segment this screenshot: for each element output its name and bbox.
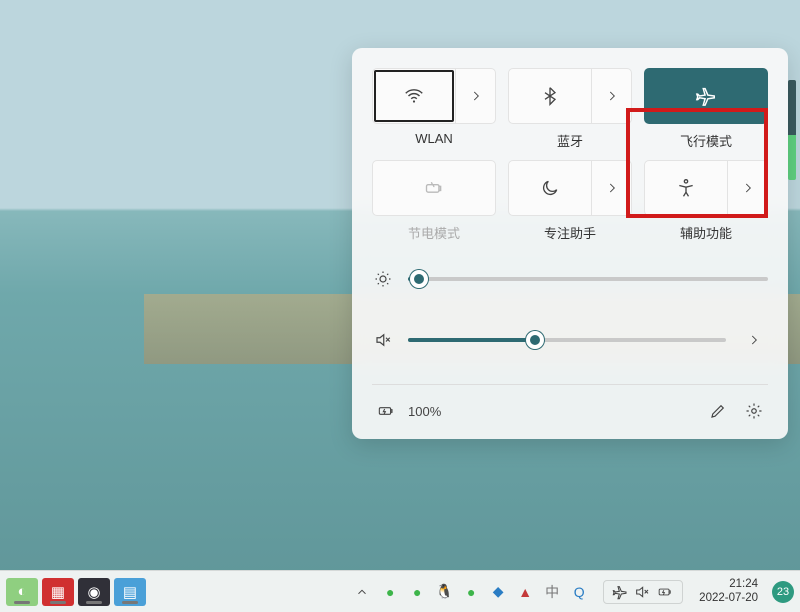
airplane-icon (612, 584, 628, 600)
pencil-icon (709, 402, 727, 420)
tile-bluetooth-wrap: 蓝牙 (508, 68, 632, 150)
taskbar-app-app-red[interactable]: ▦ (42, 578, 74, 606)
tray-qq[interactable]: 🐧 (434, 582, 454, 602)
tray-wechat-2[interactable]: ● (407, 582, 427, 602)
brightness-row (372, 270, 768, 288)
tray-wechat-1[interactable]: ● (380, 582, 400, 602)
tile-airplane[interactable] (644, 68, 768, 124)
bluetooth-icon (540, 86, 560, 106)
battery-status-button[interactable] (372, 397, 400, 425)
tile-wlan-expand[interactable] (455, 69, 495, 123)
tray-security[interactable]: ◆ (488, 582, 508, 602)
tile-accessibility-label: 辅助功能 (680, 223, 732, 242)
tile-airplane-label: 飞行模式 (680, 131, 732, 150)
brightness-icon (372, 270, 394, 288)
speaker-muted-icon[interactable] (372, 331, 394, 349)
tray-app-red2[interactable]: ▲ (515, 582, 535, 602)
volume-row (372, 326, 768, 354)
tile-accessibility-toggle[interactable] (645, 161, 727, 215)
wifi-icon (403, 85, 425, 107)
moon-icon (540, 178, 560, 198)
tile-wlan-toggle[interactable] (373, 69, 455, 123)
tile-airplane-wrap: 飞行模式 (644, 68, 768, 150)
tile-focus-toggle[interactable] (509, 161, 591, 215)
speaker-muted-icon (634, 584, 650, 600)
taskbar-clock[interactable]: 21:24 2022-07-20 (699, 578, 758, 604)
tray-icons-group: ● ● 🐧 ● ◆ ▲ 中Q (380, 582, 589, 602)
tile-wlan-wrap: WLAN (372, 68, 496, 150)
tile-battery-saver-label: 节电模式 (408, 223, 460, 242)
clock-date: 2022-07-20 (699, 592, 758, 605)
notification-count-badge[interactable]: 23 (772, 581, 794, 603)
volume-slider[interactable] (408, 338, 726, 342)
battery-charging-icon (376, 403, 396, 419)
accessibility-icon (676, 178, 696, 198)
tile-wlan[interactable] (372, 68, 496, 124)
tray-q-app[interactable]: Q (569, 582, 589, 602)
chevron-right-icon (469, 89, 483, 103)
tile-focus-label: 专注助手 (544, 223, 596, 242)
quick-settings-panel: WLAN 蓝牙 飞行模式 节电模式 (352, 48, 788, 439)
tile-battery-saver-wrap: 节电模式 (372, 160, 496, 242)
tile-accessibility-wrap: 辅助功能 (644, 160, 768, 242)
tile-bluetooth-toggle[interactable] (509, 69, 591, 123)
gear-icon (745, 402, 763, 420)
taskbar-pinned-apps: ◐▦◉▤ (6, 578, 146, 606)
tile-focus-expand[interactable] (591, 161, 631, 215)
clock-time: 21:24 (729, 578, 758, 591)
tile-accessibility-expand[interactable] (727, 161, 767, 215)
brightness-slider[interactable] (408, 277, 768, 281)
tray-overflow-button[interactable] (352, 582, 372, 602)
tile-bluetooth-label: 蓝牙 (557, 131, 583, 150)
tray-wechat-3[interactable]: ● (461, 582, 481, 602)
quick-tiles-grid: WLAN 蓝牙 飞行模式 节电模式 (372, 68, 768, 242)
tile-accessibility[interactable] (644, 160, 768, 216)
audio-level-meter (788, 80, 796, 180)
battery-percent-text: 100% (408, 404, 441, 419)
tile-wlan-label: WLAN (415, 131, 453, 146)
chevron-right-icon (605, 181, 619, 195)
taskbar-app-control-panel[interactable]: ▤ (114, 578, 146, 606)
taskbar-tray: ● ● 🐧 ● ◆ ▲ 中Q 21:24 2022-07-20 23 (352, 578, 794, 604)
airplane-icon (695, 85, 717, 107)
volume-more-button[interactable] (740, 326, 768, 354)
battery-saver-icon (422, 178, 446, 198)
taskbar: ◐▦◉▤ ● ● 🐧 ● ◆ ▲ 中Q 21:24 2022-07-20 23 (0, 570, 800, 612)
tile-bluetooth-expand[interactable] (591, 69, 631, 123)
edit-quick-settings-button[interactable] (704, 397, 732, 425)
chevron-right-icon (741, 181, 755, 195)
tile-focus[interactable] (508, 160, 632, 216)
chevron-up-icon (355, 585, 369, 599)
tile-bluetooth[interactable] (508, 68, 632, 124)
battery-charging-icon (656, 585, 674, 599)
chevron-right-icon (747, 333, 761, 347)
open-settings-button[interactable] (740, 397, 768, 425)
taskbar-app-camera[interactable]: ◉ (78, 578, 110, 606)
tile-battery-saver[interactable] (372, 160, 496, 216)
taskbar-app-start[interactable]: ◐ (6, 578, 38, 606)
system-status-button[interactable] (603, 580, 683, 604)
tray-ime[interactable]: 中 (542, 582, 562, 602)
tile-focus-wrap: 专注助手 (508, 160, 632, 242)
panel-footer: 100% (372, 384, 768, 425)
chevron-right-icon (605, 89, 619, 103)
